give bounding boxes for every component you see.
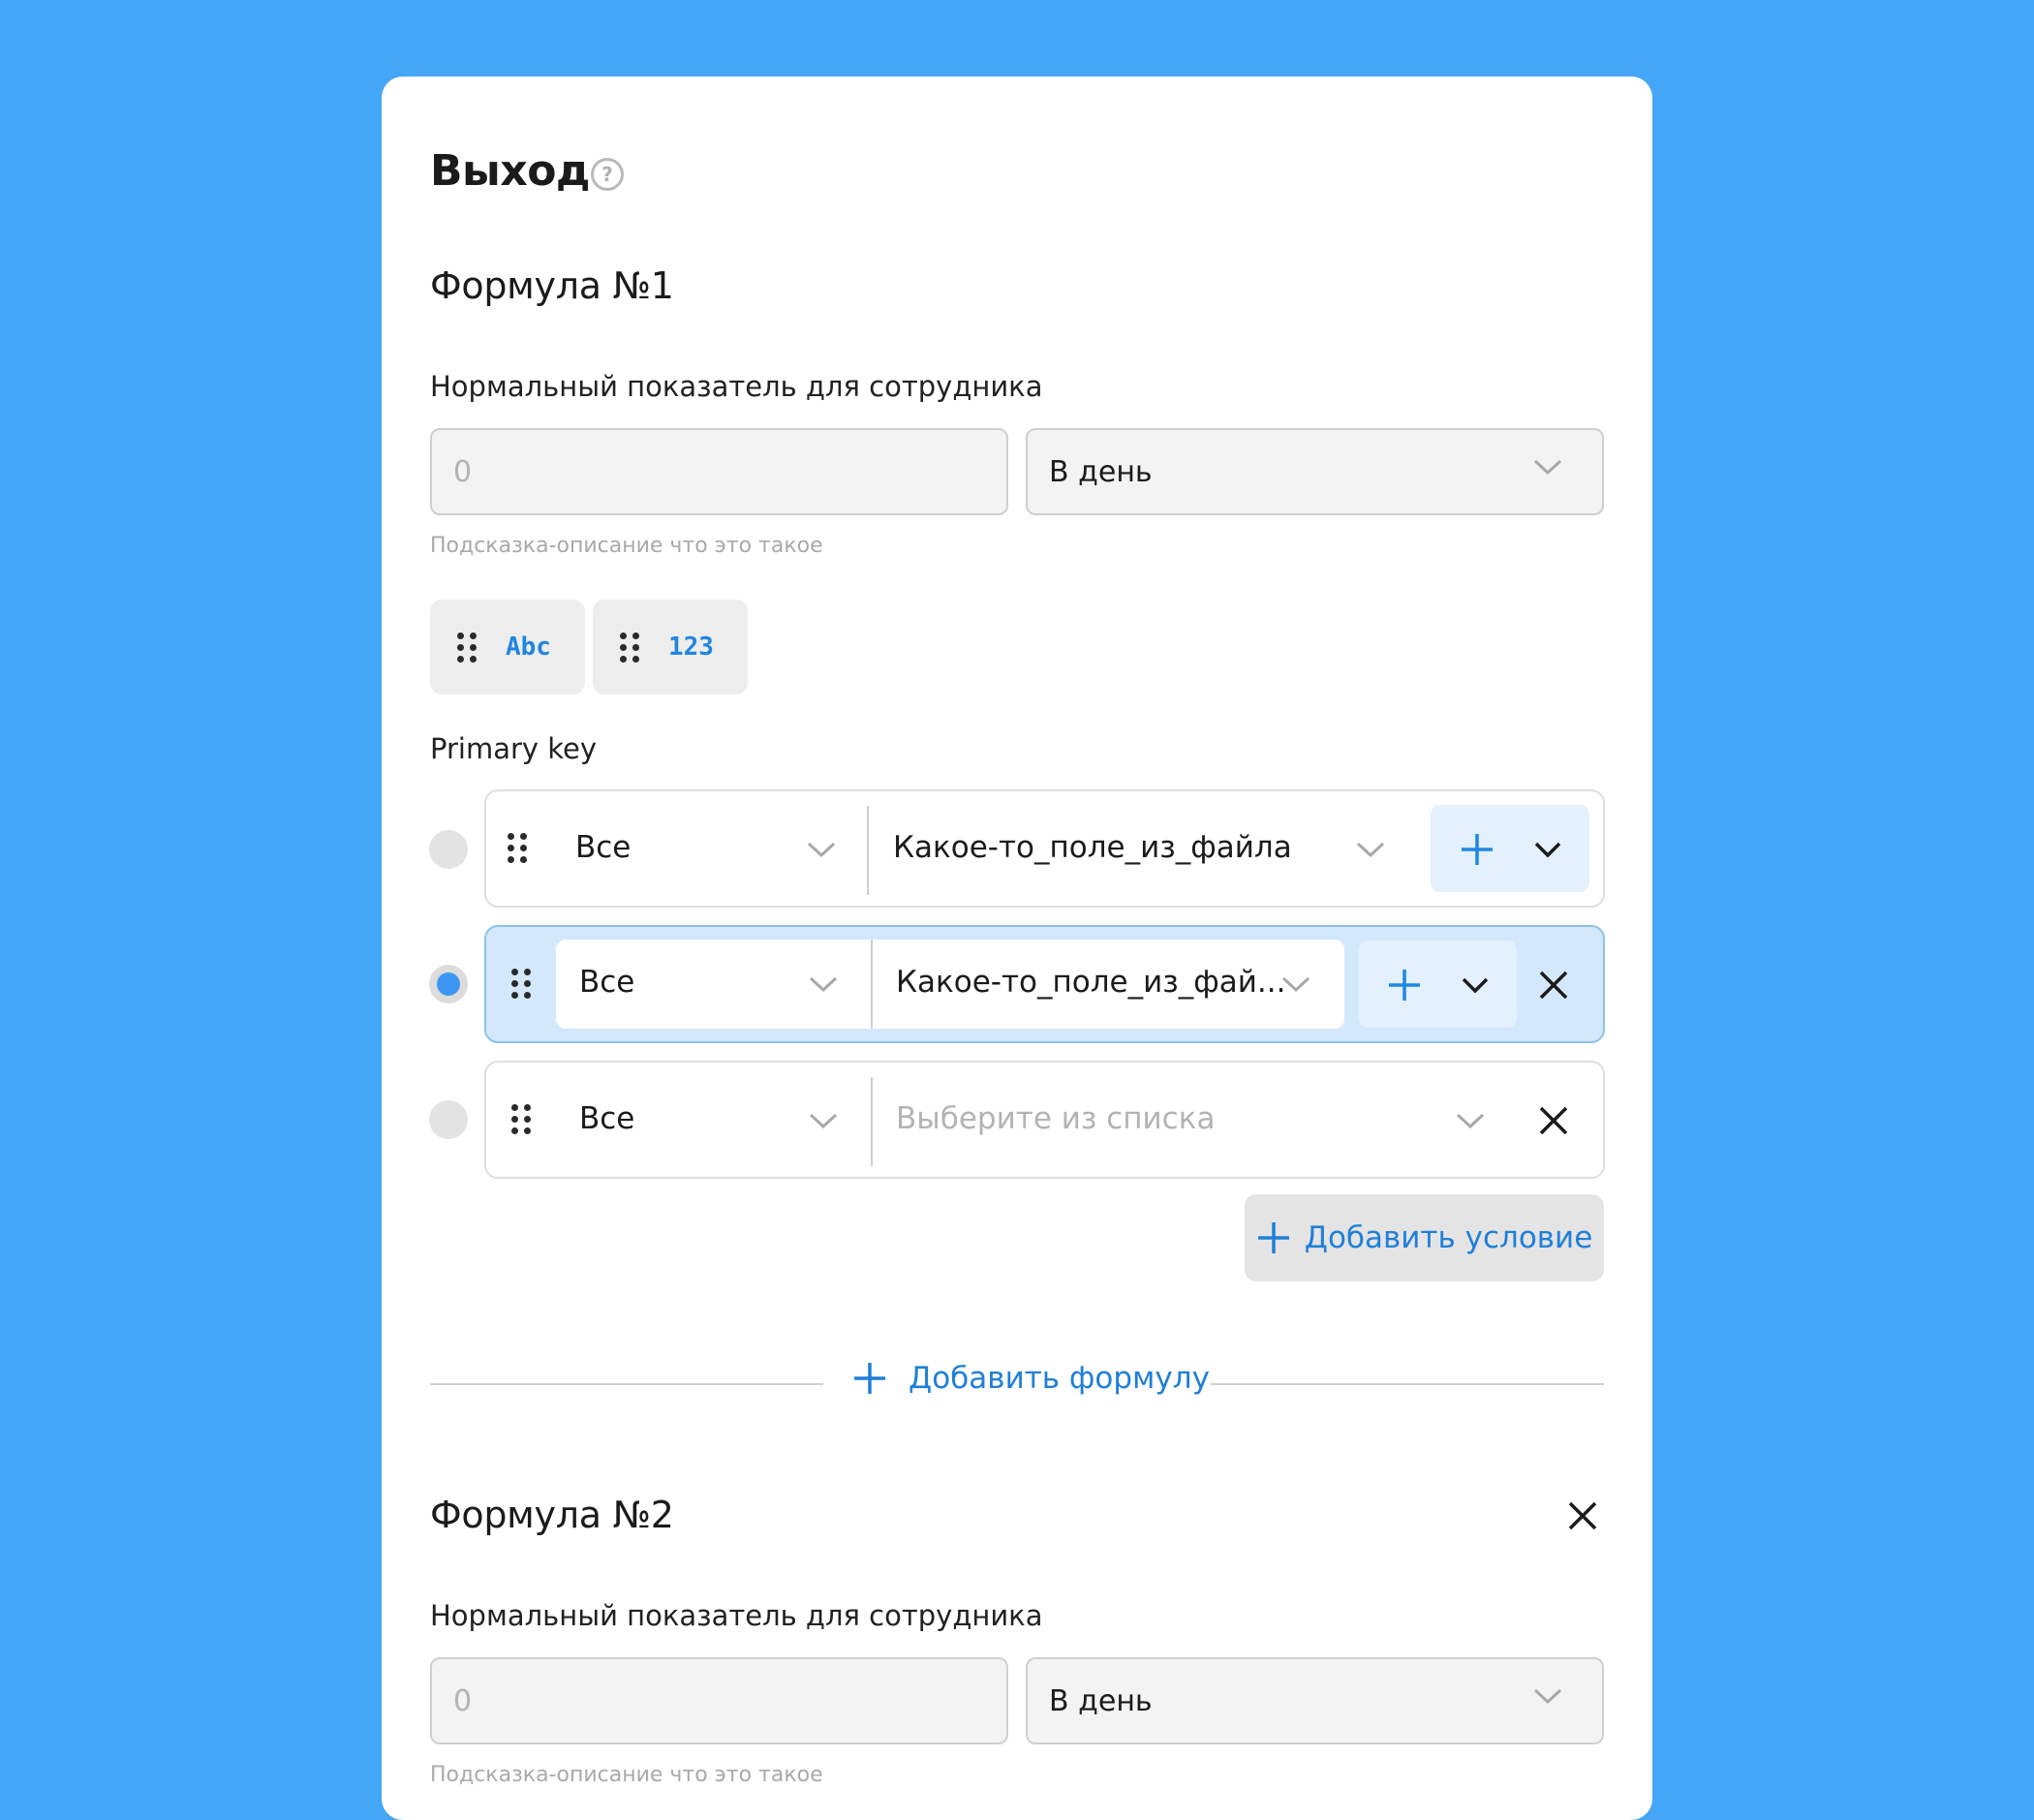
formula-2-period-select[interactable]: В день <box>1026 1657 1604 1744</box>
divider <box>871 1077 873 1166</box>
section-title: Выход <box>430 146 590 196</box>
chevron-down-icon[interactable] <box>808 974 839 994</box>
formula-1-norm-input[interactable]: 0 <box>430 428 1008 515</box>
drag-handle-icon[interactable] <box>457 632 477 663</box>
formula-2-norm-placeholder: 0 <box>453 1683 473 1718</box>
formula-1-hint: Подсказка-описание что это такое <box>430 534 823 558</box>
row-2-scope-value[interactable]: Все <box>579 965 634 1000</box>
row-1-add-select[interactable] <box>1431 805 1589 892</box>
plus-icon <box>1257 1222 1289 1253</box>
chevron-down-icon <box>1533 1688 1562 1705</box>
row-1-field-value[interactable]: Какое-то_поле_из_файла <box>893 830 1292 865</box>
row-2-field-value[interactable]: Какое-то_поле_из_фай... <box>896 965 1285 1000</box>
row-2-radio[interactable] <box>429 965 468 1003</box>
plus-icon <box>854 1363 885 1394</box>
formula-1-period-select[interactable]: В день <box>1026 428 1604 515</box>
chevron-down-icon[interactable] <box>1280 974 1311 994</box>
add-condition-label: Добавить условие <box>1304 1220 1593 1255</box>
drag-handle-icon[interactable] <box>511 969 531 999</box>
add-formula-button[interactable]: Добавить формулу <box>852 1361 1210 1396</box>
close-icon[interactable] <box>1538 970 1569 1001</box>
close-icon[interactable] <box>1567 1500 1598 1531</box>
divider-right <box>1211 1383 1604 1385</box>
primary-key-row-1: Все Какое-то_поле_из_файла <box>484 789 1605 908</box>
row-3-radio[interactable] <box>429 1100 468 1139</box>
drag-handle-icon[interactable] <box>508 833 527 863</box>
row-3-scope-value[interactable]: Все <box>579 1101 634 1136</box>
row-3-field-placeholder[interactable]: Выберите из списка <box>896 1101 1215 1136</box>
formula-2-norm-input[interactable]: 0 <box>430 1657 1008 1744</box>
chevron-down-icon <box>1534 842 1561 858</box>
row-1-scope-value[interactable]: Все <box>575 830 631 865</box>
question-circle-icon[interactable]: ? <box>591 158 624 191</box>
formula-2-period-value: В день <box>1049 1683 1153 1718</box>
divider <box>871 940 873 1029</box>
divider <box>867 806 869 895</box>
row-1-radio[interactable] <box>429 830 468 869</box>
chip-123[interactable]: 123 <box>593 600 748 694</box>
drag-handle-icon[interactable] <box>511 1104 531 1134</box>
add-condition-button[interactable]: Добавить условие <box>1245 1194 1604 1281</box>
primary-key-row-3: Все Выберите из списка <box>484 1061 1605 1179</box>
chevron-down-icon <box>1533 459 1562 476</box>
chevron-down-icon[interactable] <box>1455 1111 1486 1130</box>
chevron-down-icon[interactable] <box>806 840 837 859</box>
drag-handle-icon[interactable] <box>620 632 639 663</box>
chevron-down-icon <box>1462 977 1489 994</box>
formula-2-hint: Подсказка-описание что это такое <box>430 1763 823 1787</box>
primary-key-label: Primary key <box>430 732 598 765</box>
chip-abc-label: Abc <box>506 632 551 662</box>
primary-key-row-2: Все Какое-то_поле_из_фай... <box>484 925 1605 1043</box>
formula-1-period-value: В день <box>1049 454 1153 489</box>
chip-abc[interactable]: Abc <box>430 600 585 694</box>
add-formula-label: Добавить формулу <box>909 1361 1210 1396</box>
output-panel: Выход ? Формула №1 Нормальный показатель… <box>382 77 1652 1820</box>
plus-icon <box>1462 834 1493 865</box>
row-2-selects: Все Какое-то_поле_из_фай... <box>556 940 1344 1029</box>
divider-left <box>430 1383 823 1385</box>
row-2-add-select[interactable] <box>1358 941 1517 1028</box>
chevron-down-icon[interactable] <box>1355 840 1386 859</box>
plus-icon <box>1389 970 1420 1001</box>
formula-1-norm-label: Нормальный показатель для сотрудника <box>430 370 1043 403</box>
formula-1-norm-placeholder: 0 <box>453 454 473 489</box>
formula-2-norm-label: Нормальный показатель для сотрудника <box>430 1599 1043 1632</box>
chevron-down-icon[interactable] <box>808 1111 839 1130</box>
formula-1-title: Формула №1 <box>430 264 674 307</box>
close-icon[interactable] <box>1538 1105 1569 1136</box>
chip-123-label: 123 <box>668 632 714 662</box>
formula-2-title: Формула №2 <box>430 1494 674 1536</box>
